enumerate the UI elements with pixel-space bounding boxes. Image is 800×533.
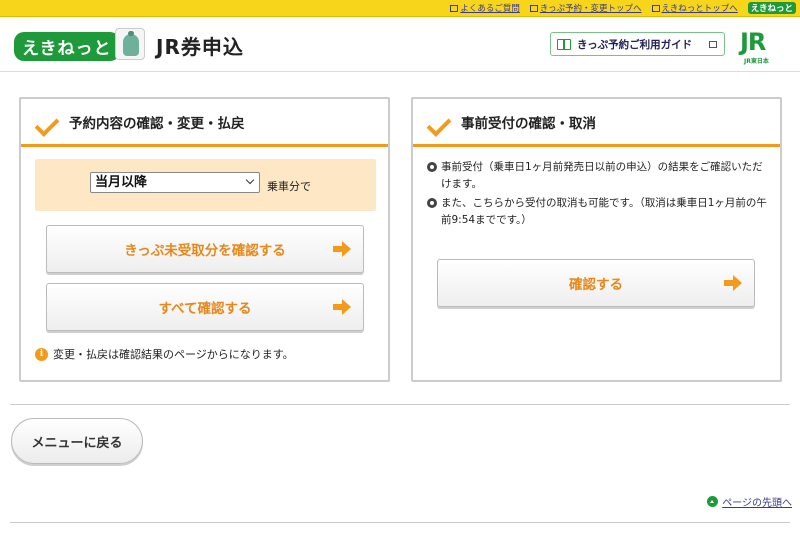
external-link-icon [450, 4, 459, 12]
page-top-link[interactable]: ページの先頭へ [707, 494, 792, 509]
check-icon [427, 115, 447, 129]
select-suffix: 乗車分で [267, 180, 311, 193]
book-icon [557, 38, 571, 50]
arrow-right-icon [331, 296, 353, 318]
panel-header: 事前受付の確認・取消 [413, 99, 780, 147]
check-icon [35, 115, 55, 129]
period-select[interactable]: 当月以降 [90, 172, 260, 193]
panel-header: 予約内容の確認・変更・払戻 [21, 99, 388, 147]
external-link-icon [709, 40, 717, 48]
top-links: よくあるご質問 きっぷ予約・変更トップへ えきねっとトップへ えきねっと [450, 2, 796, 14]
change-refund-note: i 変更・払戻は確認結果のページからになります。 [35, 346, 294, 362]
header: えきねっと JR券申込 きっぷ予約ご利用ガイド JR JR東日本 [0, 18, 800, 72]
ekinet-top-link[interactable]: えきねっとトップへ [651, 2, 738, 14]
info-icon: i [35, 347, 48, 361]
confirm-unreceived-button[interactable]: きっぷ未受取分を確認する [46, 225, 364, 273]
external-link-icon [529, 4, 538, 12]
confirm-advance-button[interactable]: 確認する [437, 259, 755, 307]
ekinet-logo[interactable]: えきねっと [14, 32, 120, 61]
faq-link[interactable]: よくあるご質問 [450, 2, 520, 14]
usage-guide-button[interactable]: きっぷ予約ご利用ガイド [550, 32, 725, 56]
period-select-area: 当月以降 乗車分で [35, 159, 376, 211]
arrow-right-icon [722, 272, 744, 294]
divider [10, 404, 790, 405]
arrow-right-icon [331, 238, 353, 260]
list-item: 事前受付（乗車日1ヶ月前発売日以前の申込）の結果をご確認いただけます。 [427, 159, 772, 193]
panel-title: 事前受付の確認・取消 [461, 115, 596, 132]
chevron-down-icon [245, 175, 255, 185]
ekinet-small-logo[interactable]: えきねっと [747, 2, 796, 14]
advance-request-panel: 事前受付の確認・取消 事前受付（乗車日1ヶ月前発売日以前の申込）の結果をご確認い… [411, 97, 782, 382]
top-bar: よくあるご質問 きっぷ予約・変更トップへ えきねっとトップへ えきねっと [0, 0, 800, 17]
panel-title: 予約内容の確認・変更・払戻 [69, 115, 245, 132]
external-link-icon [651, 4, 660, 12]
arrow-up-icon [707, 496, 719, 507]
reservation-confirm-panel: 予約内容の確認・変更・払戻 当月以降 乗車分で きっぷ未受取分を確認する すべて… [19, 97, 390, 382]
jr-east-label: JR東日本 [744, 58, 769, 65]
bullet-icon [427, 161, 441, 175]
bullet-icon [427, 197, 441, 211]
divider [10, 522, 790, 523]
list-item: また、こちらから受付の取消も可能です。（取消は乗車日1ヶ月前の午前9:54までで… [427, 195, 772, 229]
ticket-top-link[interactable]: きっぷ予約・変更トップへ [529, 2, 642, 14]
advance-request-info: 事前受付（乗車日1ヶ月前発売日以前の申込）の結果をご確認いただけます。 また、こ… [427, 159, 772, 231]
confirm-all-button[interactable]: すべて確認する [46, 283, 364, 331]
back-to-menu-button[interactable]: メニューに戻る [11, 418, 143, 464]
bell-icon [115, 28, 145, 60]
jr-logo: JR [740, 28, 766, 56]
page-title: JR券申込 [156, 35, 244, 59]
